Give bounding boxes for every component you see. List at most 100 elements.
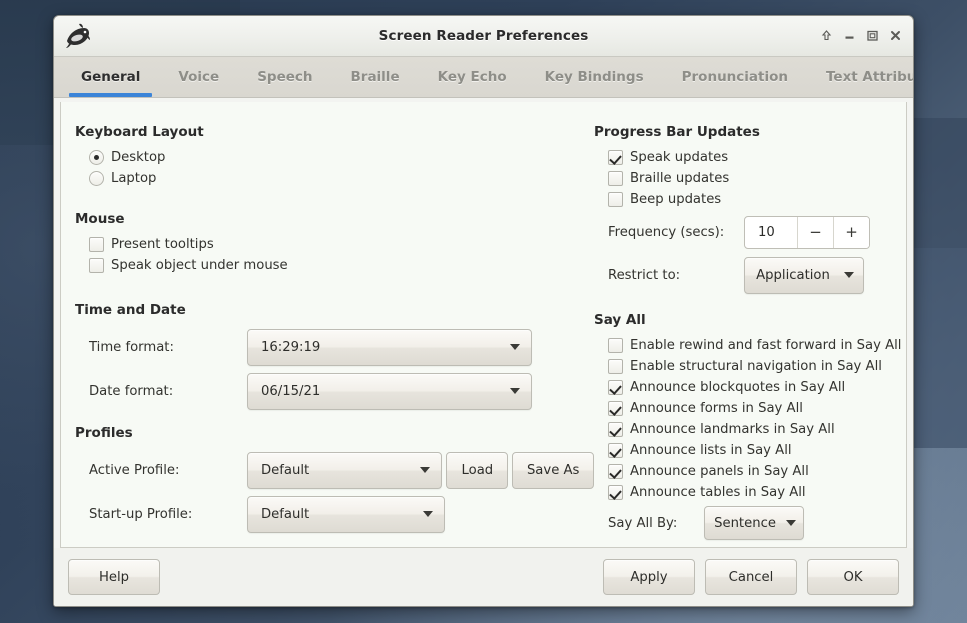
- time-format-value: 16:29:19: [261, 340, 320, 355]
- checkbox-announce-lists[interactable]: Announce lists in Say All: [608, 440, 901, 461]
- progress-bar-updates-section: Progress Bar Updates Speak updates Brail…: [594, 124, 901, 296]
- active-profile-value: Default: [261, 463, 309, 478]
- restrict-to-combobox[interactable]: Application: [744, 257, 864, 294]
- mouse-section: Mouse Present tooltips Speak object unde…: [75, 211, 594, 276]
- chevron-down-icon: [420, 467, 430, 473]
- restrict-to-row: Restrict to: Application: [608, 254, 901, 296]
- maximize-button[interactable]: [861, 23, 884, 48]
- say-all-by-value: Sentence: [714, 516, 776, 531]
- time-format-combobox[interactable]: 16:29:19: [247, 329, 532, 366]
- radio-laptop[interactable]: Laptop: [89, 168, 594, 189]
- progress-bar-updates-heading: Progress Bar Updates: [594, 124, 901, 140]
- checkbox-speak-updates[interactable]: Speak updates: [608, 147, 901, 168]
- tab-pronunciation[interactable]: Pronunciation: [663, 57, 807, 97]
- tab-content-wrapper: Keyboard Layout Desktop Laptop Mouse Pre…: [54, 98, 913, 548]
- screen-reader-preferences-window: Screen Reader Preferences: [53, 15, 914, 607]
- chevron-down-icon: [786, 520, 796, 526]
- checkbox-announce-tables[interactable]: Announce tables in Say All: [608, 482, 901, 503]
- date-format-value: 06/15/21: [261, 384, 320, 399]
- checkbox-announce-tables-indicator: [608, 485, 623, 500]
- say-all-section: Say All Enable rewind and fast forward i…: [594, 312, 901, 543]
- dialog-action-bar: Help Apply Cancel OK: [54, 548, 913, 606]
- checkbox-announce-landmarks-label: Announce landmarks in Say All: [630, 422, 835, 437]
- checkbox-announce-tables-label: Announce tables in Say All: [630, 485, 806, 500]
- frequency-label: Frequency (secs):: [608, 225, 744, 240]
- tab-bar: General Voice Speech Braille Key Echo Ke…: [54, 57, 913, 98]
- restrict-to-value: Application: [756, 268, 830, 283]
- checkbox-beep-updates[interactable]: Beep updates: [608, 189, 901, 210]
- frequency-row: Frequency (secs): 10 − +: [608, 210, 901, 254]
- right-column: Progress Bar Updates Speak updates Brail…: [594, 102, 907, 547]
- checkbox-beep-updates-indicator: [608, 192, 623, 207]
- radio-laptop-label: Laptop: [111, 171, 156, 186]
- general-tab-panel: Keyboard Layout Desktop Laptop Mouse Pre…: [60, 102, 907, 548]
- say-all-by-combobox[interactable]: Sentence: [704, 506, 804, 540]
- ok-button[interactable]: OK: [807, 559, 899, 595]
- time-and-date-heading: Time and Date: [75, 302, 594, 318]
- radio-desktop-indicator: [89, 150, 104, 165]
- minimize-button[interactable]: [838, 23, 861, 48]
- checkbox-speak-object-under-mouse-indicator: [89, 258, 104, 273]
- say-all-by-label: Say All By:: [608, 516, 704, 531]
- checkbox-announce-landmarks[interactable]: Announce landmarks in Say All: [608, 419, 901, 440]
- checkbox-present-tooltips[interactable]: Present tooltips: [89, 234, 594, 255]
- desktop-gradient-band-right-lower: [912, 248, 967, 448]
- checkbox-announce-forms[interactable]: Announce forms in Say All: [608, 398, 901, 419]
- checkbox-announce-blockquotes[interactable]: Announce blockquotes in Say All: [608, 377, 901, 398]
- checkbox-braille-updates[interactable]: Braille updates: [608, 168, 901, 189]
- active-profile-combobox[interactable]: Default: [247, 452, 442, 489]
- close-button[interactable]: [884, 23, 907, 48]
- radio-laptop-indicator: [89, 171, 104, 186]
- desktop-gradient-band-right-upper: [912, 118, 967, 248]
- checkbox-present-tooltips-label: Present tooltips: [111, 237, 214, 252]
- save-as-profile-button[interactable]: Save As: [512, 452, 594, 489]
- minus-icon[interactable]: −: [797, 217, 833, 248]
- tab-speech[interactable]: Speech: [238, 57, 331, 97]
- apply-button[interactable]: Apply: [603, 559, 695, 595]
- checkbox-announce-forms-indicator: [608, 401, 623, 416]
- time-and-date-section: Time and Date Time format: 16:29:19 Date…: [75, 302, 594, 413]
- active-profile-label: Active Profile:: [89, 463, 247, 478]
- checkbox-announce-panels-indicator: [608, 464, 623, 479]
- checkbox-speak-updates-indicator: [608, 150, 623, 165]
- tab-key-bindings[interactable]: Key Bindings: [526, 57, 663, 97]
- tab-voice[interactable]: Voice: [159, 57, 238, 97]
- profiles-heading: Profiles: [75, 425, 594, 441]
- tab-braille[interactable]: Braille: [332, 57, 419, 97]
- frequency-stepper[interactable]: 10 − +: [744, 216, 870, 249]
- date-format-combobox[interactable]: 06/15/21: [247, 373, 532, 410]
- left-column: Keyboard Layout Desktop Laptop Mouse Pre…: [61, 102, 594, 547]
- load-profile-button[interactable]: Load: [446, 452, 508, 489]
- checkbox-enable-rewind-fast-forward[interactable]: Enable rewind and fast forward in Say Al…: [608, 335, 901, 356]
- date-format-row: Date format: 06/15/21: [89, 369, 594, 413]
- title-bar: Screen Reader Preferences: [54, 16, 913, 57]
- startup-profile-label: Start-up Profile:: [89, 507, 247, 522]
- startup-profile-combobox[interactable]: Default: [247, 496, 445, 533]
- tab-key-echo[interactable]: Key Echo: [419, 57, 526, 97]
- checkbox-enable-structural-navigation[interactable]: Enable structural navigation in Say All: [608, 356, 901, 377]
- checkbox-announce-blockquotes-label: Announce blockquotes in Say All: [630, 380, 845, 395]
- radio-desktop-label: Desktop: [111, 150, 165, 165]
- tab-text-attributes[interactable]: Text Attributes: [807, 57, 914, 97]
- startup-profile-row: Start-up Profile: Default: [89, 492, 594, 536]
- cancel-button[interactable]: Cancel: [705, 559, 797, 595]
- plus-icon[interactable]: +: [833, 217, 869, 248]
- checkbox-speak-object-under-mouse[interactable]: Speak object under mouse: [89, 255, 594, 276]
- window-controls: [815, 21, 907, 50]
- active-profile-row: Active Profile: Default Load Save As: [89, 448, 594, 492]
- checkbox-announce-panels[interactable]: Announce panels in Say All: [608, 461, 901, 482]
- window-title: Screen Reader Preferences: [54, 28, 913, 44]
- startup-profile-value: Default: [261, 507, 309, 522]
- frequency-value[interactable]: 10: [745, 217, 797, 248]
- profiles-section: Profiles Active Profile: Default Load Sa…: [75, 425, 594, 536]
- tab-general[interactable]: General: [62, 57, 159, 97]
- checkbox-speak-object-under-mouse-label: Speak object under mouse: [111, 258, 288, 273]
- keyboard-layout-section: Keyboard Layout Desktop Laptop: [75, 124, 594, 189]
- chevron-down-icon: [844, 272, 854, 278]
- mouse-heading: Mouse: [75, 211, 594, 227]
- shade-button[interactable]: [815, 23, 838, 48]
- help-button[interactable]: Help: [68, 559, 160, 595]
- checkbox-braille-updates-indicator: [608, 171, 623, 186]
- date-format-label: Date format:: [89, 384, 247, 399]
- radio-desktop[interactable]: Desktop: [89, 147, 594, 168]
